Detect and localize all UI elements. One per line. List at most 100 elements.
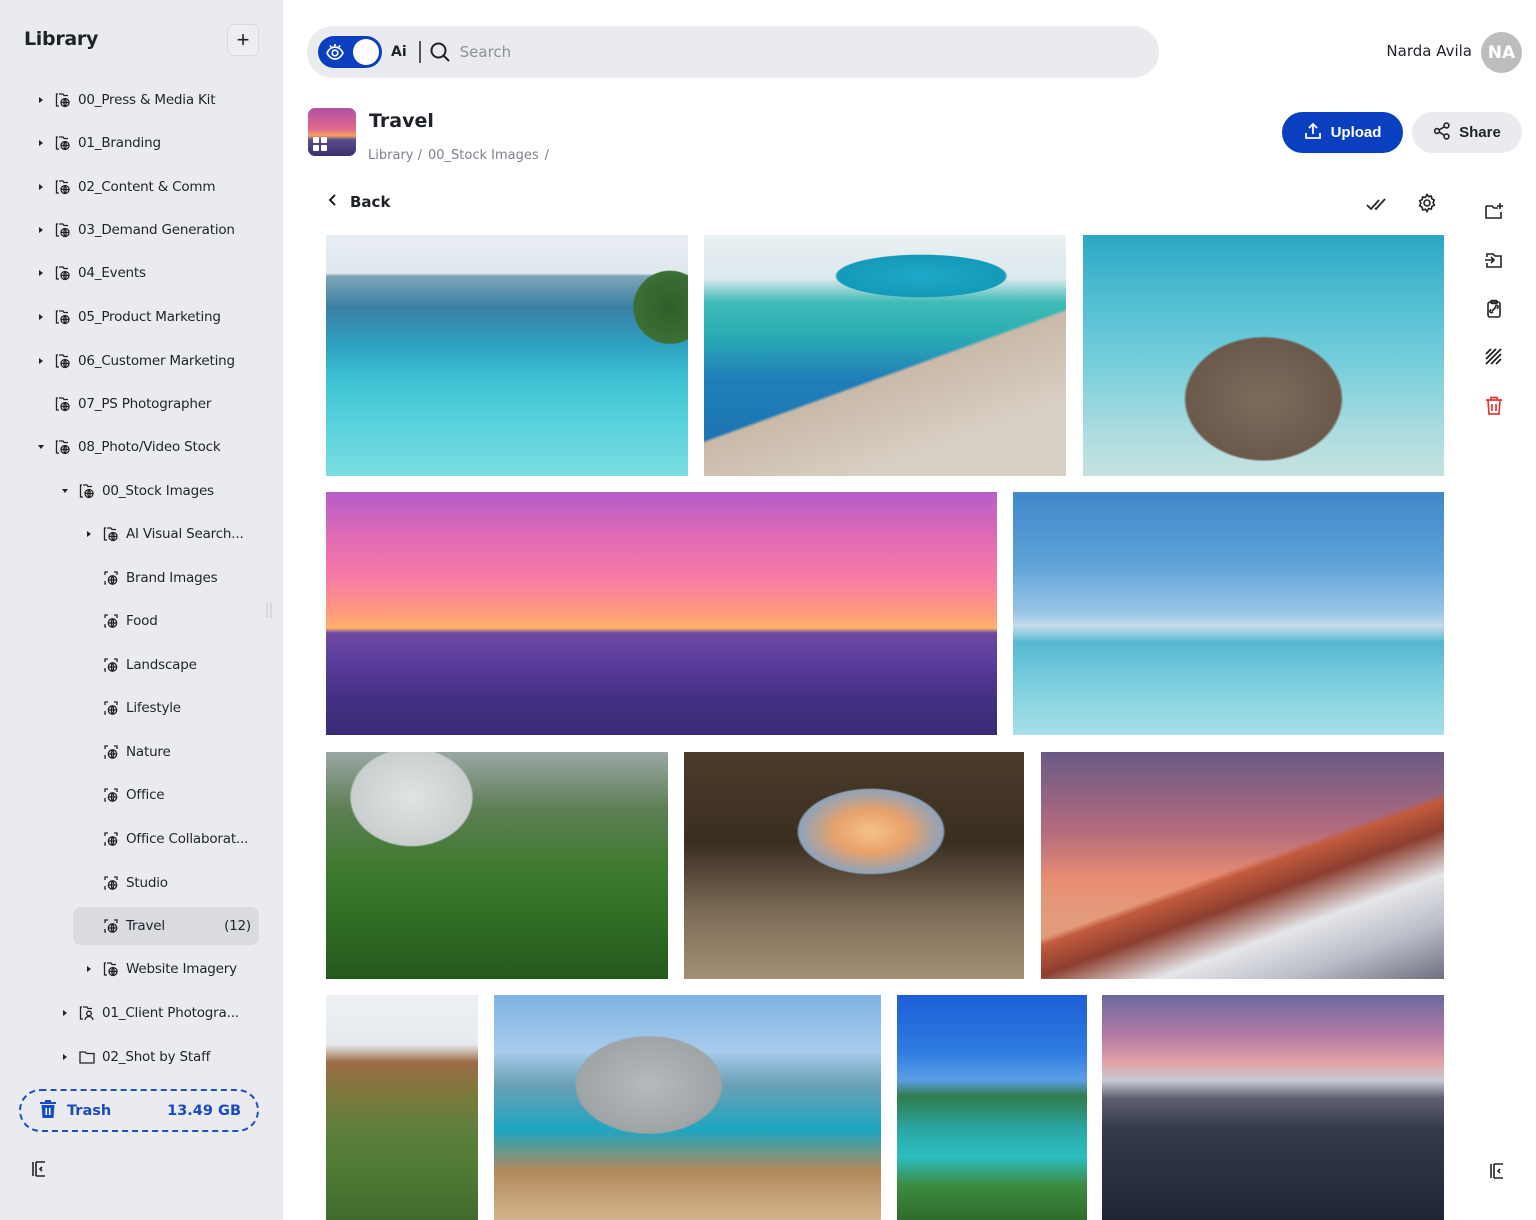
tree-item[interactable]: Nature xyxy=(84,733,171,771)
avatar[interactable]: NA xyxy=(1481,32,1522,73)
gallery-image[interactable] xyxy=(326,235,688,476)
tree-item[interactable]: 02_Content & Comm xyxy=(36,168,216,206)
gallery-image[interactable] xyxy=(326,995,478,1220)
tree-item[interactable]: 06_Customer Marketing xyxy=(36,342,235,380)
sidebar-resize-handle[interactable] xyxy=(266,602,274,618)
gallery-image[interactable] xyxy=(326,752,668,979)
tree-item-label: 08_Photo/Video Stock xyxy=(78,439,221,455)
tree-item-label: Landscape xyxy=(126,657,197,673)
caret-right-icon[interactable] xyxy=(60,1008,70,1018)
share-button[interactable]: Share xyxy=(1412,112,1522,153)
tree-item[interactable]: 05_Product Marketing xyxy=(36,298,221,336)
add-folder-button[interactable]: + xyxy=(227,24,259,56)
gallery-image[interactable] xyxy=(897,995,1087,1220)
caret-right-icon[interactable] xyxy=(36,95,46,105)
tree-item[interactable]: 01_Client Photogra... xyxy=(60,994,239,1032)
tree-item[interactable]: Brand Images xyxy=(84,559,218,597)
gallery-image[interactable] xyxy=(704,235,1066,476)
collection-globe-icon xyxy=(102,786,120,804)
tree-item-label: Office xyxy=(126,787,165,803)
tree-item[interactable]: 07_PS Photographer xyxy=(36,385,211,423)
tree-item[interactable]: Office Collaborat... xyxy=(84,820,248,858)
tree-item[interactable]: Lifestyle xyxy=(84,689,181,727)
folder-thumbnail[interactable] xyxy=(308,108,356,156)
collection-globe-icon xyxy=(102,743,120,761)
caret-right-icon[interactable] xyxy=(36,268,46,278)
trash-icon xyxy=(39,1099,57,1123)
gallery-image[interactable] xyxy=(1041,752,1444,979)
upload-button[interactable]: Upload xyxy=(1282,112,1403,153)
folder-globe-icon xyxy=(102,960,120,978)
collection-globe-icon xyxy=(102,569,120,587)
caret-right-icon[interactable] xyxy=(84,964,94,974)
tree-item-label: 06_Customer Marketing xyxy=(78,353,235,369)
caret-right-icon[interactable] xyxy=(36,312,46,322)
folder-icon xyxy=(78,1048,96,1066)
tree-item-label: Studio xyxy=(126,875,168,891)
delete-icon[interactable] xyxy=(1483,395,1505,417)
folder-globe-icon xyxy=(54,264,72,282)
tree-item[interactable]: Travel (12) xyxy=(73,907,259,945)
ai-search-toggle[interactable] xyxy=(318,36,382,68)
search-input[interactable] xyxy=(459,43,1060,61)
tree-item[interactable]: 08_Photo/Video Stock xyxy=(36,428,221,466)
tree-item[interactable]: 04_Events xyxy=(36,254,146,292)
tree-item-label: Food xyxy=(126,613,158,629)
ai-label: Ai xyxy=(391,44,407,60)
tree-item[interactable]: 00_Press & Media Kit xyxy=(36,81,216,119)
breadcrumb-library[interactable]: Library / xyxy=(368,148,422,163)
collection-globe-icon xyxy=(102,699,120,717)
caret-right-icon[interactable] xyxy=(36,138,46,148)
tree-item[interactable]: Food xyxy=(84,602,158,640)
caret-right-icon[interactable] xyxy=(84,529,94,539)
tree-item[interactable]: 03_Demand Generation xyxy=(36,211,235,249)
tree-item[interactable]: Office xyxy=(84,776,165,814)
tree-item[interactable]: 02_Shot by Staff xyxy=(60,1038,210,1076)
folder-globe-icon xyxy=(78,482,96,500)
watermark-icon[interactable] xyxy=(1483,346,1505,368)
folder-globe-icon xyxy=(54,91,72,109)
tree-item-label: Lifestyle xyxy=(126,700,181,716)
gear-icon[interactable] xyxy=(1416,192,1438,214)
breadcrumb-stock-images[interactable]: 00_Stock Images xyxy=(428,148,539,163)
tree-item-label: 01_Branding xyxy=(78,135,161,151)
caret-right-icon[interactable] xyxy=(36,356,46,366)
eye-icon xyxy=(325,42,345,62)
tree-item[interactable]: 00_Stock Images xyxy=(60,472,214,510)
caret-right-icon[interactable] xyxy=(36,182,46,192)
item-count: (12) xyxy=(224,918,251,934)
toggle-knob xyxy=(353,39,379,65)
tree-item[interactable]: Studio xyxy=(84,864,168,902)
caret-right-icon[interactable] xyxy=(60,1052,70,1062)
add-folder-icon[interactable] xyxy=(1483,200,1505,222)
copy-link-icon[interactable] xyxy=(1483,298,1505,320)
gallery-image[interactable] xyxy=(1013,492,1444,735)
caret-right-icon[interactable] xyxy=(36,225,46,235)
tree-item[interactable]: Landscape xyxy=(84,646,197,684)
gallery-image[interactable] xyxy=(1083,235,1444,476)
caret-down-icon[interactable] xyxy=(36,442,46,452)
gallery-image[interactable] xyxy=(684,752,1024,979)
trash-button[interactable]: Trash 13.49 GB xyxy=(19,1089,259,1132)
select-all-icon[interactable] xyxy=(1366,193,1388,215)
back-button[interactable]: Back xyxy=(328,193,390,211)
tree-item-label: 00_Stock Images xyxy=(102,483,214,499)
gallery-image[interactable] xyxy=(326,492,997,735)
tree-item[interactable]: AI Visual Search... xyxy=(84,515,244,553)
sidebar: Library + 00_Press & Media Kit 01_Brandin… xyxy=(0,0,283,1220)
tree-item-label: 03_Demand Generation xyxy=(78,222,235,238)
tree-item-label: Website Imagery xyxy=(126,961,237,977)
folder-globe-icon xyxy=(54,134,72,152)
tree-item[interactable]: Website Imagery xyxy=(84,950,237,988)
tree-item[interactable]: 01_Branding xyxy=(36,124,161,162)
move-to-folder-icon[interactable] xyxy=(1483,249,1505,271)
search-icon xyxy=(429,41,451,63)
folder-globe-icon xyxy=(102,525,120,543)
collapse-panel-icon[interactable] xyxy=(1488,1162,1506,1180)
caret-down-icon[interactable] xyxy=(60,486,70,496)
collapse-sidebar-icon[interactable] xyxy=(30,1160,48,1178)
gallery-image[interactable] xyxy=(494,995,881,1220)
tree-item-label: 04_Events xyxy=(78,265,146,281)
collection-globe-icon xyxy=(102,874,120,892)
gallery-image[interactable] xyxy=(1102,995,1444,1220)
